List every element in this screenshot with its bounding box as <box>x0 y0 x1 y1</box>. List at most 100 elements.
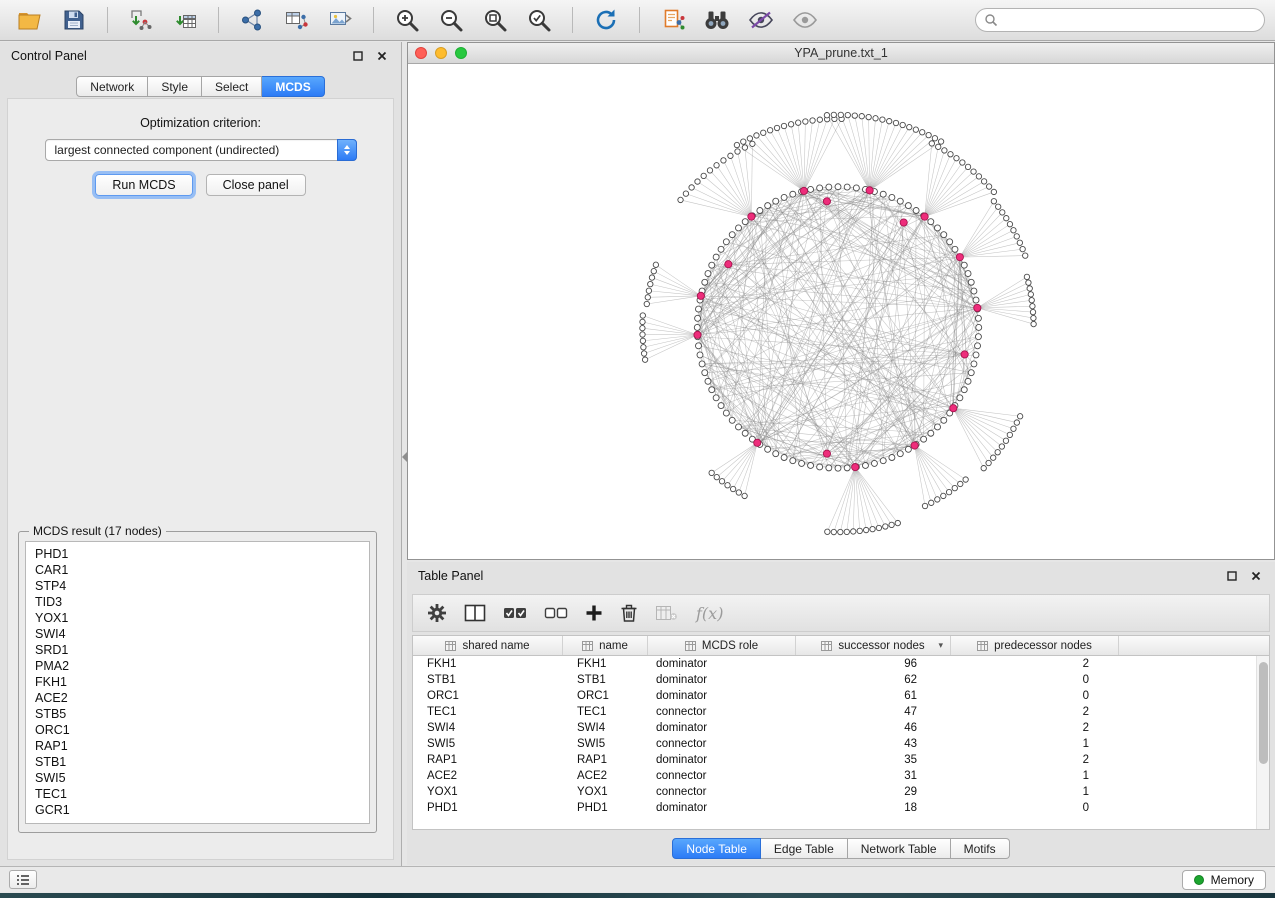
run-mcds-button[interactable]: Run MCDS <box>95 174 192 196</box>
tab-node-table[interactable]: Node Table <box>672 838 761 859</box>
table-row[interactable]: SWI5SWI5connector431 <box>413 736 1269 752</box>
mcds-result-item[interactable]: SWI5 <box>35 770 369 786</box>
save-floppy-icon <box>63 9 85 31</box>
table-cell: PHD1 <box>413 802 563 814</box>
select-all-button[interactable] <box>503 605 527 621</box>
open-file-button[interactable] <box>10 3 50 37</box>
column-header-mcds-role[interactable]: MCDS role <box>648 636 796 655</box>
import-table-icon <box>173 8 197 32</box>
close-mcds-panel-button[interactable]: Close panel <box>206 174 306 196</box>
network-canvas[interactable] <box>408 64 1274 559</box>
refresh-layout-button[interactable] <box>586 3 626 37</box>
table-cell: 0 <box>951 674 1119 686</box>
table-row[interactable]: TEC1TEC1connector472 <box>413 704 1269 720</box>
mcds-result-item[interactable]: CAR1 <box>35 562 369 578</box>
minimize-window-button[interactable] <box>435 47 447 59</box>
mcds-result-item[interactable]: STB1 <box>35 754 369 770</box>
table-row[interactable]: ORC1ORC1dominator610 <box>413 688 1269 704</box>
close-panel-button[interactable] <box>374 48 390 64</box>
search-network-button[interactable] <box>697 3 737 37</box>
search-input[interactable] <box>975 8 1265 32</box>
mcds-result-item[interactable]: TID3 <box>35 594 369 610</box>
mcds-result-item[interactable]: PMA2 <box>35 658 369 674</box>
tab-network[interactable]: Network <box>76 76 148 97</box>
table-row[interactable]: STB1STB1dominator620 <box>413 672 1269 688</box>
maximize-window-button[interactable] <box>455 47 467 59</box>
table-row[interactable]: YOX1YOX1connector291 <box>413 784 1269 800</box>
function-builder-button[interactable]: f(x) <box>696 604 723 623</box>
show-results-button[interactable] <box>785 3 825 37</box>
table-scrollbar[interactable] <box>1256 656 1269 829</box>
export-image-button[interactable] <box>320 3 360 37</box>
column-header-shared-name[interactable]: shared name <box>413 636 563 655</box>
show-columns-button[interactable] <box>464 604 486 622</box>
zoom-out-button[interactable] <box>431 3 471 37</box>
memory-button[interactable]: Memory <box>1182 870 1266 890</box>
network-window-titlebar[interactable]: YPA_prune.txt_1 <box>408 43 1274 64</box>
mcds-result-item[interactable]: SRD1 <box>35 642 369 658</box>
network-view-window: YPA_prune.txt_1 <box>407 42 1275 560</box>
zoom-selected-button[interactable] <box>519 3 559 37</box>
mcds-result-item[interactable]: RAP1 <box>35 738 369 754</box>
node-table-body: FKH1FKH1dominator962STB1STB1dominator620… <box>413 656 1269 816</box>
mcds-result-item[interactable]: FKH1 <box>35 674 369 690</box>
close-window-button[interactable] <box>415 47 427 59</box>
import-network-icon <box>129 8 153 32</box>
export-image-icon <box>328 8 352 32</box>
tab-motifs[interactable]: Motifs <box>951 838 1010 859</box>
mcds-result-item[interactable]: ACE2 <box>35 690 369 706</box>
float-table-panel-button[interactable] <box>1224 568 1240 584</box>
close-table-panel-button[interactable] <box>1248 568 1264 584</box>
mcds-result-item[interactable]: TEC1 <box>35 786 369 802</box>
tab-mcds[interactable]: MCDS <box>262 76 324 97</box>
column-header-predecessor-nodes[interactable]: predecessor nodes <box>951 636 1119 655</box>
mcds-result-item[interactable]: STB5 <box>35 706 369 722</box>
float-window-icon <box>353 51 363 61</box>
mcds-result-item[interactable]: GCR1 <box>35 802 369 818</box>
tab-style[interactable]: Style <box>148 76 202 97</box>
eye-icon <box>792 11 818 29</box>
table-settings-button[interactable] <box>427 603 447 623</box>
mcds-result-item[interactable]: YOX1 <box>35 610 369 626</box>
new-network-table-button[interactable] <box>276 3 316 37</box>
deselect-all-button[interactable] <box>544 605 568 621</box>
table-row[interactable]: FKH1FKH1dominator962 <box>413 656 1269 672</box>
mcds-result-item[interactable]: ORC1 <box>35 722 369 738</box>
column-header-successor-nodes[interactable]: successor nodes ▾ <box>796 636 951 655</box>
network-graph[interactable] <box>408 64 1274 559</box>
table-row[interactable]: ACE2ACE2connector311 <box>413 768 1269 784</box>
scrollbar-thumb[interactable] <box>1259 662 1268 764</box>
tab-edge-table[interactable]: Edge Table <box>761 838 848 859</box>
add-column-button[interactable] <box>585 604 603 622</box>
columns-icon <box>464 604 486 622</box>
tab-select[interactable]: Select <box>202 76 262 97</box>
status-menu-button[interactable] <box>9 870 37 889</box>
mcds-result-item[interactable]: PHD1 <box>35 546 369 562</box>
sort-descending-icon[interactable]: ▾ <box>938 640 943 651</box>
import-network-button[interactable] <box>121 3 161 37</box>
table-cell: YOX1 <box>413 786 563 798</box>
tab-network-table[interactable]: Network Table <box>848 838 951 859</box>
mcds-result-item[interactable]: SWI4 <box>35 626 369 642</box>
hide-results-button[interactable] <box>741 3 781 37</box>
table-cell: SWI4 <box>563 722 648 734</box>
new-network-button[interactable] <box>232 3 272 37</box>
table-row[interactable]: RAP1RAP1dominator352 <box>413 752 1269 768</box>
copy-style-button[interactable] <box>653 3 693 37</box>
import-table-button[interactable] <box>165 3 205 37</box>
zoom-fit-button[interactable] <box>475 3 515 37</box>
table-cell: PHD1 <box>563 802 648 814</box>
float-panel-button[interactable] <box>350 48 366 64</box>
mcds-result-item[interactable]: STP4 <box>35 578 369 594</box>
table-cell: dominator <box>648 674 796 686</box>
criterion-select[interactable]: largest connected component (undirected) <box>45 139 357 161</box>
table-row[interactable]: PHD1PHD1dominator180 <box>413 800 1269 816</box>
mcds-result-list[interactable]: PHD1CAR1STP4TID3YOX1SWI4SRD1PMA2FKH1ACE2… <box>25 541 370 824</box>
delete-column-button[interactable] <box>620 603 638 623</box>
table-panel: Table Panel <box>407 562 1275 865</box>
table-row[interactable]: SWI4SWI4dominator462 <box>413 720 1269 736</box>
save-session-button[interactable] <box>54 3 94 37</box>
column-header-name[interactable]: name <box>563 636 648 655</box>
zoom-in-button[interactable] <box>387 3 427 37</box>
table-cell: RAP1 <box>563 754 648 766</box>
